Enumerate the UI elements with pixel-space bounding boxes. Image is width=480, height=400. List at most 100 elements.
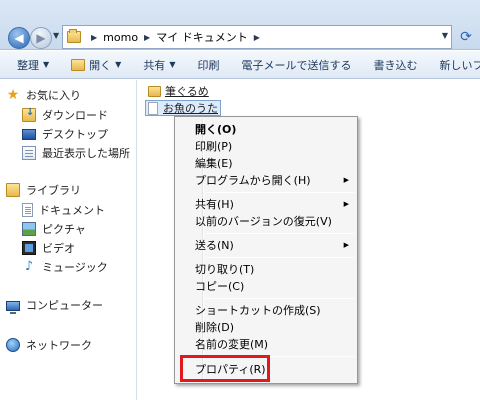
nav-computer[interactable]: コンピューター [6, 296, 103, 314]
star-icon: ★ [6, 87, 20, 103]
video-icon [22, 241, 36, 255]
address-bar[interactable]: ▶ momo ▶ マイ ドキュメント ▶ ▼ [62, 25, 452, 49]
organize-label: 整理 [17, 58, 39, 72]
nav-videos[interactable]: ビデオ [22, 239, 75, 257]
burn-button[interactable]: 書き込む [362, 57, 428, 73]
nav-network[interactable]: ネットワーク [6, 336, 92, 354]
command-bar: 整理▼ 開く▼ 共有▼ 印刷 電子メールで送信する 書き込む 新しいフォル [0, 51, 480, 79]
caret-down-icon: ▼ [169, 60, 176, 69]
nav-desktop[interactable]: デスクトップ [22, 125, 108, 143]
email-button[interactable]: 電子メールで送信する [230, 57, 362, 73]
menu-separator [205, 257, 355, 258]
open-button[interactable]: 開く ▼ [60, 57, 132, 73]
desktop-icon [22, 129, 36, 140]
menu-label: 送る(N) [195, 239, 234, 252]
menu-item-cut[interactable]: 切り取り(T) [177, 260, 355, 278]
nav-music[interactable]: ♪ ミュージック [22, 258, 108, 276]
nav-computer-label: コンピューター [26, 299, 103, 312]
breadcrumb-separator-icon[interactable]: ▶ [254, 33, 260, 42]
nav-music-label: ミュージック [42, 261, 108, 274]
submenu-arrow-icon: ▶ [343, 200, 349, 208]
menu-label: 開く(O) [195, 123, 237, 136]
refresh-icon[interactable]: ⟳ [456, 28, 476, 46]
nav-favorites[interactable]: ★ お気に入り [6, 86, 81, 104]
nav-videos-label: ビデオ [42, 242, 75, 255]
nav-libraries[interactable]: ライブラリ [6, 181, 81, 199]
menu-item-delete[interactable]: 削除(D) [177, 318, 355, 336]
file-icon [148, 101, 158, 115]
print-button[interactable]: 印刷 [186, 57, 230, 73]
menu-separator [205, 298, 355, 299]
print-label: 印刷 [197, 58, 220, 72]
forward-button[interactable]: ▶ [30, 27, 52, 49]
music-note-icon: ♪ [24, 259, 34, 274]
menu-separator [205, 192, 355, 193]
menu-label: プログラムから開く(H) [195, 174, 311, 187]
menu-item-share[interactable]: 共有(H) ▶ [177, 195, 355, 213]
menu-item-open-with[interactable]: プログラムから開く(H) ▶ [177, 171, 355, 189]
menu-label: 削除(D) [195, 321, 235, 334]
menu-item-rename[interactable]: 名前の変更(M) [177, 335, 355, 353]
nav-recent-places-label: 最近表示した場所 [42, 147, 130, 160]
menu-label: 共有(H) [195, 198, 234, 211]
menu-label: コピー(C) [195, 280, 245, 293]
nav-recent-places[interactable]: 最近表示した場所 [22, 144, 130, 162]
menu-item-open[interactable]: 開く(O) [177, 120, 355, 138]
nav-pictures-label: ピクチャ [42, 223, 86, 236]
breadcrumb-momo[interactable]: momo [103, 31, 138, 44]
menu-label: 編集(E) [195, 157, 233, 170]
burn-label: 書き込む [373, 58, 418, 72]
recent-pages-dropdown-icon[interactable]: ▼ [53, 31, 59, 40]
file-item-folder[interactable]: 筆ぐるめ [146, 83, 211, 99]
nav-pictures[interactable]: ピクチャ [22, 220, 86, 238]
file-item-selected[interactable]: お魚のうた [145, 100, 221, 116]
folder-icon [148, 85, 161, 97]
menu-item-edit[interactable]: 編集(E) [177, 154, 355, 172]
nav-desktop-label: デスクトップ [42, 128, 108, 141]
share-label: 共有 [143, 58, 166, 72]
context-menu: 開く(O) 印刷(P) 編集(E) プログラムから開く(H) ▶ 共有(H) ▶ 以… [174, 116, 358, 384]
menu-item-create-shortcut[interactable]: ショートカットの作成(S) [177, 301, 355, 319]
nav-documents[interactable]: ドキュメント [22, 201, 105, 219]
menu-item-print[interactable]: 印刷(P) [177, 137, 355, 155]
back-button[interactable]: ◀ [8, 27, 30, 49]
folder-icon [67, 29, 81, 43]
nav-downloads[interactable]: ダウンロード [22, 106, 108, 124]
document-icon [22, 203, 33, 217]
nav-documents-label: ドキュメント [39, 204, 105, 217]
library-icon [6, 183, 20, 197]
recent-places-icon [22, 146, 36, 160]
new-folder-label: 新しいフォル [439, 58, 480, 72]
nav-libraries-label: ライブラリ [26, 184, 81, 197]
menu-item-restore-previous[interactable]: 以前のバージョンの復元(V) [177, 212, 355, 230]
share-button[interactable]: 共有 ▼ [132, 57, 186, 73]
computer-icon [6, 301, 20, 314]
email-label: 電子メールで送信する [241, 58, 352, 72]
menu-label: ショートカットの作成(S) [195, 304, 321, 317]
network-icon [6, 338, 20, 352]
address-row: ◀ ▶ ▼ ▶ momo ▶ マイ ドキュメント ▶ ▼ ⟳ [0, 0, 480, 50]
organize-button[interactable]: 整理 ▼ [6, 57, 60, 73]
chevron-down-icon[interactable]: ▼ [442, 31, 448, 40]
menu-label: 以前のバージョンの復元(V) [195, 215, 332, 228]
caret-down-icon: ▼ [115, 60, 122, 69]
nav-network-label: ネットワーク [26, 339, 92, 352]
menu-label: 切り取り(T) [195, 263, 255, 276]
submenu-arrow-icon: ▶ [343, 176, 349, 184]
breadcrumb-my-documents[interactable]: マイ ドキュメント [156, 29, 248, 45]
highlight-box [180, 355, 270, 382]
submenu-arrow-icon: ▶ [343, 241, 349, 249]
file-name: お魚のうた [163, 102, 218, 115]
menu-label: 印刷(P) [195, 140, 233, 153]
menu-label: 名前の変更(M) [195, 338, 269, 351]
folder-icon [71, 58, 86, 71]
breadcrumb-separator-icon[interactable]: ▶ [144, 33, 150, 42]
breadcrumb-separator-icon[interactable]: ▶ [91, 33, 97, 42]
nav-favorites-label: お気に入り [26, 89, 81, 102]
file-name: 筆ぐるめ [165, 85, 209, 98]
new-folder-button[interactable]: 新しいフォル [428, 57, 480, 73]
menu-item-send-to[interactable]: 送る(N) ▶ [177, 236, 355, 254]
menu-item-copy[interactable]: コピー(C) [177, 277, 355, 295]
menu-separator [205, 233, 355, 234]
open-label: 開く [89, 58, 112, 72]
